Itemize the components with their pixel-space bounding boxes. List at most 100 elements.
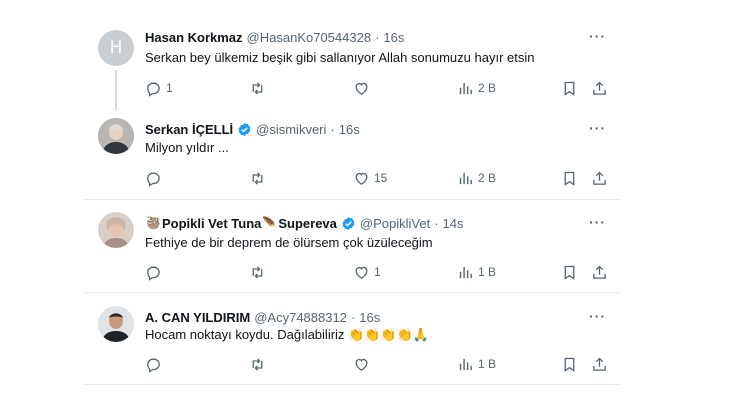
bookmark-icon xyxy=(564,357,575,372)
timestamp[interactable]: 14s xyxy=(443,216,464,231)
display-name-suffix[interactable]: Supereva xyxy=(278,216,337,231)
views-count: 1 B xyxy=(478,357,497,371)
more-icon[interactable]: ··· xyxy=(589,308,606,324)
separator-dot: · xyxy=(350,309,356,325)
tweet-text: Fethiye de bir deprem de ölürsem çok üzü… xyxy=(145,235,433,250)
handle[interactable]: @HasanKo70544328 xyxy=(247,30,372,45)
views-icon xyxy=(459,358,472,370)
more-icon[interactable]: ··· xyxy=(589,214,606,230)
tweet-serkan-icelli[interactable]: Serkan İÇELLİ @sismikveri · 16s ··· Mily… xyxy=(84,108,620,200)
tweet-header: Serkan İÇELLİ @sismikveri · 16s xyxy=(145,120,606,138)
avatar[interactable] xyxy=(98,306,134,342)
divider xyxy=(84,384,620,385)
like-button[interactable] xyxy=(353,78,374,98)
reply-button[interactable] xyxy=(145,262,166,282)
views-button[interactable]: 2 B xyxy=(457,168,496,188)
tweet-actions: 1 2 B xyxy=(145,78,608,98)
tweet-actions: 1 B xyxy=(145,354,608,374)
share-icon xyxy=(593,265,606,279)
tweet-popikli-vet[interactable]: 🦥 Popikli Vet Tuna 🪶 Supereva @PopikliVe… xyxy=(84,200,620,290)
retweet-button[interactable] xyxy=(249,78,270,98)
views-icon xyxy=(459,172,472,184)
tweet-header: Hasan Korkmaz @HasanKo70544328 · 16s xyxy=(145,28,606,46)
like-icon xyxy=(355,82,368,95)
share-button[interactable] xyxy=(591,78,608,98)
tweet-text: Serkan bey ülkemiz beşik gibi sallanıyor… xyxy=(145,50,535,65)
views-button[interactable]: 1 B xyxy=(457,262,496,282)
tweet-actions: 15 2 B xyxy=(145,168,608,188)
avatar[interactable] xyxy=(98,118,134,154)
tweet-can-yildirim[interactable]: A. CAN YILDIRIM @Acy74888312 · 16s ··· H… xyxy=(84,293,620,385)
timestamp[interactable]: 16s xyxy=(339,122,360,137)
verified-badge-icon xyxy=(341,216,356,231)
bookmark-button[interactable] xyxy=(561,262,578,282)
views-count: 2 B xyxy=(478,81,497,95)
views-icon xyxy=(459,266,472,278)
handle[interactable]: @PopikliVet xyxy=(360,216,430,231)
bookmark-button[interactable] xyxy=(561,354,578,374)
reply-count: 1 xyxy=(166,81,173,95)
reply-button[interactable] xyxy=(145,168,166,188)
retweet-icon xyxy=(252,81,263,95)
retweet-icon xyxy=(252,265,263,279)
retweet-icon xyxy=(252,357,263,371)
share-button[interactable] xyxy=(591,168,608,188)
views-icon xyxy=(459,82,472,94)
like-icon xyxy=(355,172,368,185)
share-button[interactable] xyxy=(591,262,608,282)
like-button[interactable]: 1 xyxy=(353,262,381,282)
reply-icon xyxy=(147,172,160,187)
like-count: 1 xyxy=(374,265,381,279)
separator-dot: · xyxy=(375,29,380,45)
bookmark-icon xyxy=(564,265,575,280)
tweet-header: 🦥 Popikli Vet Tuna 🪶 Supereva @PopikliVe… xyxy=(145,214,606,232)
views-count: 1 B xyxy=(478,265,497,279)
reply-button[interactable]: 1 xyxy=(145,78,173,98)
more-icon[interactable]: ··· xyxy=(589,120,606,136)
tweet-text: Milyon yıldır ... xyxy=(145,140,229,155)
like-count: 15 xyxy=(374,171,388,185)
share-icon xyxy=(593,171,606,185)
avatar-letter: H xyxy=(109,38,123,58)
bookmark-button[interactable] xyxy=(561,168,578,188)
like-button[interactable]: 15 xyxy=(353,168,387,188)
handle[interactable]: @sismikveri xyxy=(256,122,326,137)
more-icon[interactable]: ··· xyxy=(589,28,606,44)
like-icon xyxy=(355,266,368,279)
reply-button[interactable] xyxy=(145,354,166,374)
name-emoji-prefix: 🦥 xyxy=(146,216,161,230)
reply-icon xyxy=(147,358,160,373)
separator-dot: · xyxy=(330,121,335,137)
verified-badge-icon xyxy=(237,122,252,137)
separator-dot: · xyxy=(434,215,439,231)
retweet-button[interactable] xyxy=(249,262,270,282)
tweet-text: Hocam noktayı koydu. Dağılabiliriz xyxy=(145,327,345,342)
tweet-hasan-korkmaz[interactable]: H Hasan Korkmaz @HasanKo70544328 · 16s ·… xyxy=(84,0,620,110)
timestamp[interactable]: 16s xyxy=(383,30,404,45)
avatar[interactable] xyxy=(98,212,134,248)
like-button[interactable] xyxy=(353,354,374,374)
avatar[interactable]: H xyxy=(98,30,134,66)
share-button[interactable] xyxy=(591,354,608,374)
reply-icon xyxy=(147,266,160,281)
bookmark-button[interactable] xyxy=(561,78,578,98)
reply-icon xyxy=(147,82,160,97)
tweet-feed: H Hasan Korkmaz @HasanKo70544328 · 16s ·… xyxy=(84,0,620,420)
bookmark-icon xyxy=(564,171,575,186)
display-name[interactable]: A. CAN YILDIRIM xyxy=(145,310,250,325)
display-name[interactable]: Popikli Vet Tuna xyxy=(162,216,261,231)
display-name[interactable]: Serkan İÇELLİ xyxy=(145,122,233,137)
retweet-button[interactable] xyxy=(249,354,270,374)
views-count: 2 B xyxy=(478,171,497,185)
share-icon xyxy=(593,81,606,95)
thread-line xyxy=(115,70,117,110)
retweet-icon xyxy=(252,171,263,185)
retweet-button[interactable] xyxy=(249,168,270,188)
share-icon xyxy=(593,357,606,371)
display-name[interactable]: Hasan Korkmaz xyxy=(145,30,243,45)
timestamp[interactable]: 16s xyxy=(359,310,380,325)
views-button[interactable]: 2 B xyxy=(457,78,496,98)
handle[interactable]: @Acy74888312 xyxy=(254,310,347,325)
tweet-actions: 1 1 B xyxy=(145,262,608,282)
views-button[interactable]: 1 B xyxy=(457,354,496,374)
